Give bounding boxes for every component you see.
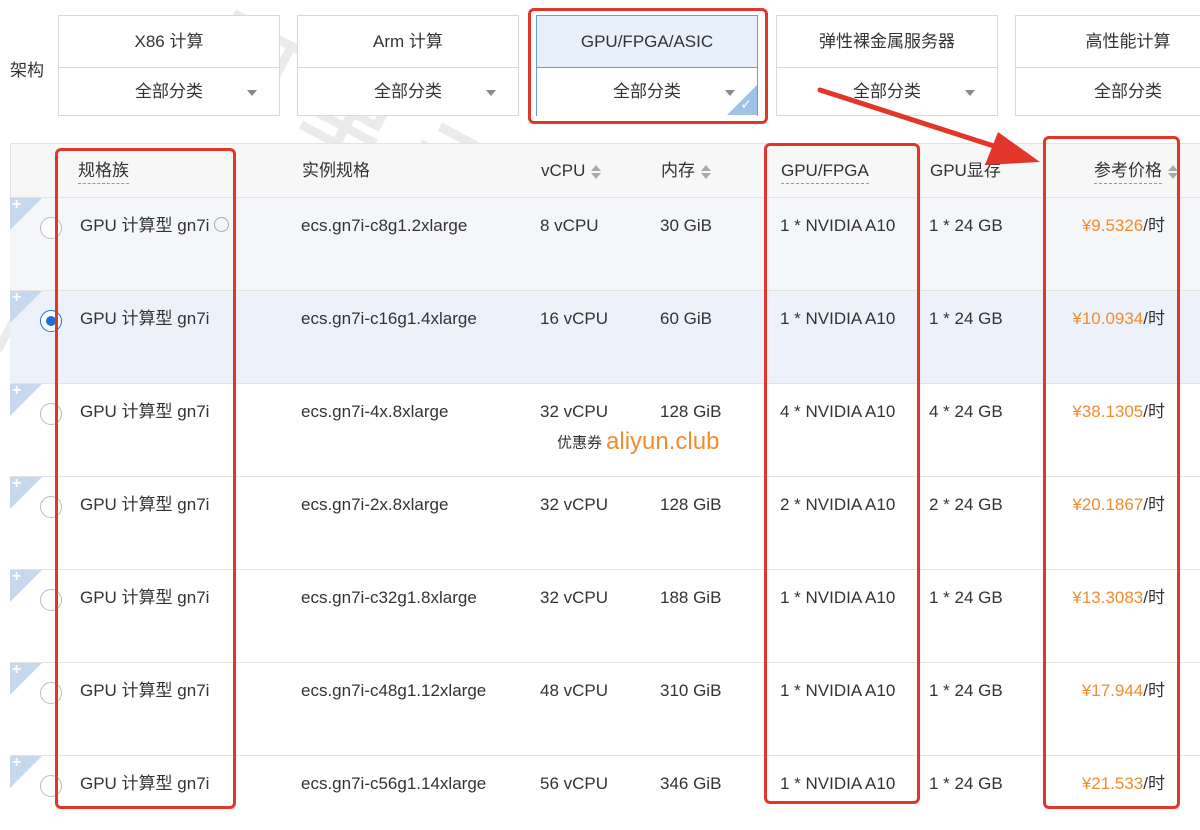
category-select[interactable]: 全部分类 [59, 68, 279, 116]
cell-vcpu-text: 48 vCPU [540, 681, 609, 700]
plus-icon[interactable]: + [12, 475, 21, 493]
plus-icon[interactable]: + [12, 568, 21, 586]
category-select[interactable]: 全部分类 [777, 68, 997, 116]
cell-memory: 188 GiB [660, 570, 721, 626]
cell-spec: ecs.gn7i-2x.8xlarge [301, 477, 448, 533]
category-select[interactable]: 全部分类 [1016, 68, 1200, 116]
cell-spec: ecs.gn7i-4x.8xlarge [301, 384, 448, 440]
highlight-gpu-card [528, 8, 768, 124]
column-header-vcpu[interactable]: vCPU [541, 144, 602, 198]
sort-icon[interactable] [591, 163, 602, 181]
cell-spec: ecs.gn7i-c56g1.14xlarge [301, 756, 486, 812]
cell-memory-text: 310 GiB [660, 681, 722, 700]
cell-gpu-memory: 1 * 24 GB [929, 756, 1003, 812]
cell-memory-text: 60 GiB [660, 309, 712, 328]
cell-memory-text: 128 GiB [660, 495, 722, 514]
plus-icon[interactable]: + [12, 289, 21, 307]
chevron-down-icon [486, 90, 496, 96]
column-header-gpu-memory: GPU显存 [930, 161, 1001, 180]
cell-memory: 60 GiB [660, 291, 712, 347]
plus-icon[interactable]: + [12, 382, 21, 400]
coupon-label: 优惠券 [557, 434, 603, 452]
cell-gpu-memory-text: 2 * 24 GB [929, 495, 1003, 514]
sort-icon[interactable] [701, 163, 711, 181]
chevron-down-icon [965, 90, 975, 96]
cell-gpu-memory-text: 1 * 24 GB [929, 588, 1003, 607]
cell-spec-text: ecs.gn7i-4x.8xlarge [301, 402, 449, 421]
cell-vcpu: 32 vCPU [540, 477, 608, 533]
arch-card-bare-metal[interactable]: 弹性裸金属服务器 全部分类 [776, 15, 998, 116]
chevron-down-icon [247, 90, 257, 96]
column-header-memory[interactable]: 内存 [661, 144, 711, 198]
cell-memory-text: 128 GiB [660, 402, 722, 421]
architecture-label: 架构 [10, 61, 44, 80]
cell-vcpu: 16 vCPU [540, 291, 608, 347]
cell-memory-text: 188 GiB [660, 588, 722, 607]
cell-vcpu-text: 56 vCPU [540, 774, 609, 793]
plus-icon[interactable]: + [12, 754, 21, 772]
cell-spec: ecs.gn7i-c8g1.2xlarge [301, 198, 467, 254]
cell-spec-text: ecs.gn7i-c32g1.8xlarge [301, 588, 477, 607]
cell-memory-text: 346 GiB [660, 774, 722, 793]
plus-icon[interactable]: + [12, 196, 21, 214]
cell-gpu-memory-text: 1 * 24 GB [929, 774, 1003, 793]
cell-vcpu: 56 vCPU [540, 756, 608, 812]
cell-spec-text: ecs.gn7i-c8g1.2xlarge [301, 216, 468, 235]
highlight-price-column [1043, 136, 1180, 809]
cell-spec: ecs.gn7i-c16g1.4xlarge [301, 291, 477, 347]
cell-vcpu-text: 16 vCPU [540, 309, 609, 328]
cell-memory: 128 GiB [660, 477, 721, 533]
category-select-value: 全部分类 [853, 82, 921, 101]
cell-vcpu: 8 vCPU [540, 198, 599, 254]
arch-card-title: 弹性裸金属服务器 [777, 16, 997, 68]
cell-vcpu: 32 vCPU [540, 570, 608, 626]
cell-memory: 30 GiB [660, 198, 712, 254]
cell-gpu-memory: 1 * 24 GB [929, 198, 1003, 254]
cell-gpu-memory-text: 1 * 24 GB [929, 681, 1003, 700]
cell-gpu-memory: 1 * 24 GB [929, 291, 1003, 347]
arch-card-title: X86 计算 [59, 16, 279, 68]
cell-memory: 346 GiB [660, 756, 721, 812]
category-select-value: 全部分类 [135, 82, 203, 101]
cell-memory: 310 GiB [660, 663, 721, 719]
coupon-watermark: 优惠券 aliyun.club [557, 428, 719, 456]
cell-gpu-memory-text: 4 * 24 GB [929, 402, 1003, 421]
arch-card-title: 高性能计算 [1016, 16, 1200, 68]
cell-gpu-memory-text: 1 * 24 GB [929, 216, 1003, 235]
cell-gpu-memory: 1 * 24 GB [929, 663, 1003, 719]
cell-vcpu-text: 8 vCPU [540, 216, 599, 235]
highlight-family-column [55, 148, 236, 809]
cell-gpu-memory-text: 1 * 24 GB [929, 309, 1003, 328]
highlight-gpu-column [764, 143, 920, 804]
category-select[interactable]: 全部分类 [298, 68, 518, 116]
arch-card-x86[interactable]: X86 计算 全部分类 [58, 15, 280, 116]
cell-spec: ecs.gn7i-c48g1.12xlarge [301, 663, 486, 719]
cell-memory-text: 30 GiB [660, 216, 712, 235]
cell-spec-text: ecs.gn7i-c48g1.12xlarge [301, 681, 487, 700]
cell-vcpu-text: 32 vCPU [540, 402, 609, 421]
cell-spec: ecs.gn7i-c32g1.8xlarge [301, 570, 477, 626]
cell-vcpu-text: 32 vCPU [540, 588, 609, 607]
category-select-value: 全部分类 [374, 82, 442, 101]
plus-icon[interactable]: + [12, 661, 21, 679]
cell-spec-text: ecs.gn7i-c16g1.4xlarge [301, 309, 477, 328]
arch-card-hpc[interactable]: 高性能计算 全部分类 [1015, 15, 1200, 116]
cell-spec-text: ecs.gn7i-2x.8xlarge [301, 495, 449, 514]
column-header-spec: 实例规格 [302, 161, 370, 180]
cell-vcpu: 48 vCPU [540, 663, 608, 719]
cell-spec-text: ecs.gn7i-c56g1.14xlarge [301, 774, 487, 793]
cell-vcpu-text: 32 vCPU [540, 495, 609, 514]
category-select-value: 全部分类 [1094, 82, 1162, 101]
cell-gpu-memory: 1 * 24 GB [929, 570, 1003, 626]
cell-gpu-memory: 2 * 24 GB [929, 477, 1003, 533]
arch-card-arm[interactable]: Arm 计算 全部分类 [297, 15, 519, 116]
cell-gpu-memory: 4 * 24 GB [929, 384, 1003, 440]
coupon-site: aliyun.club [606, 428, 720, 455]
arch-card-title: Arm 计算 [298, 16, 518, 68]
